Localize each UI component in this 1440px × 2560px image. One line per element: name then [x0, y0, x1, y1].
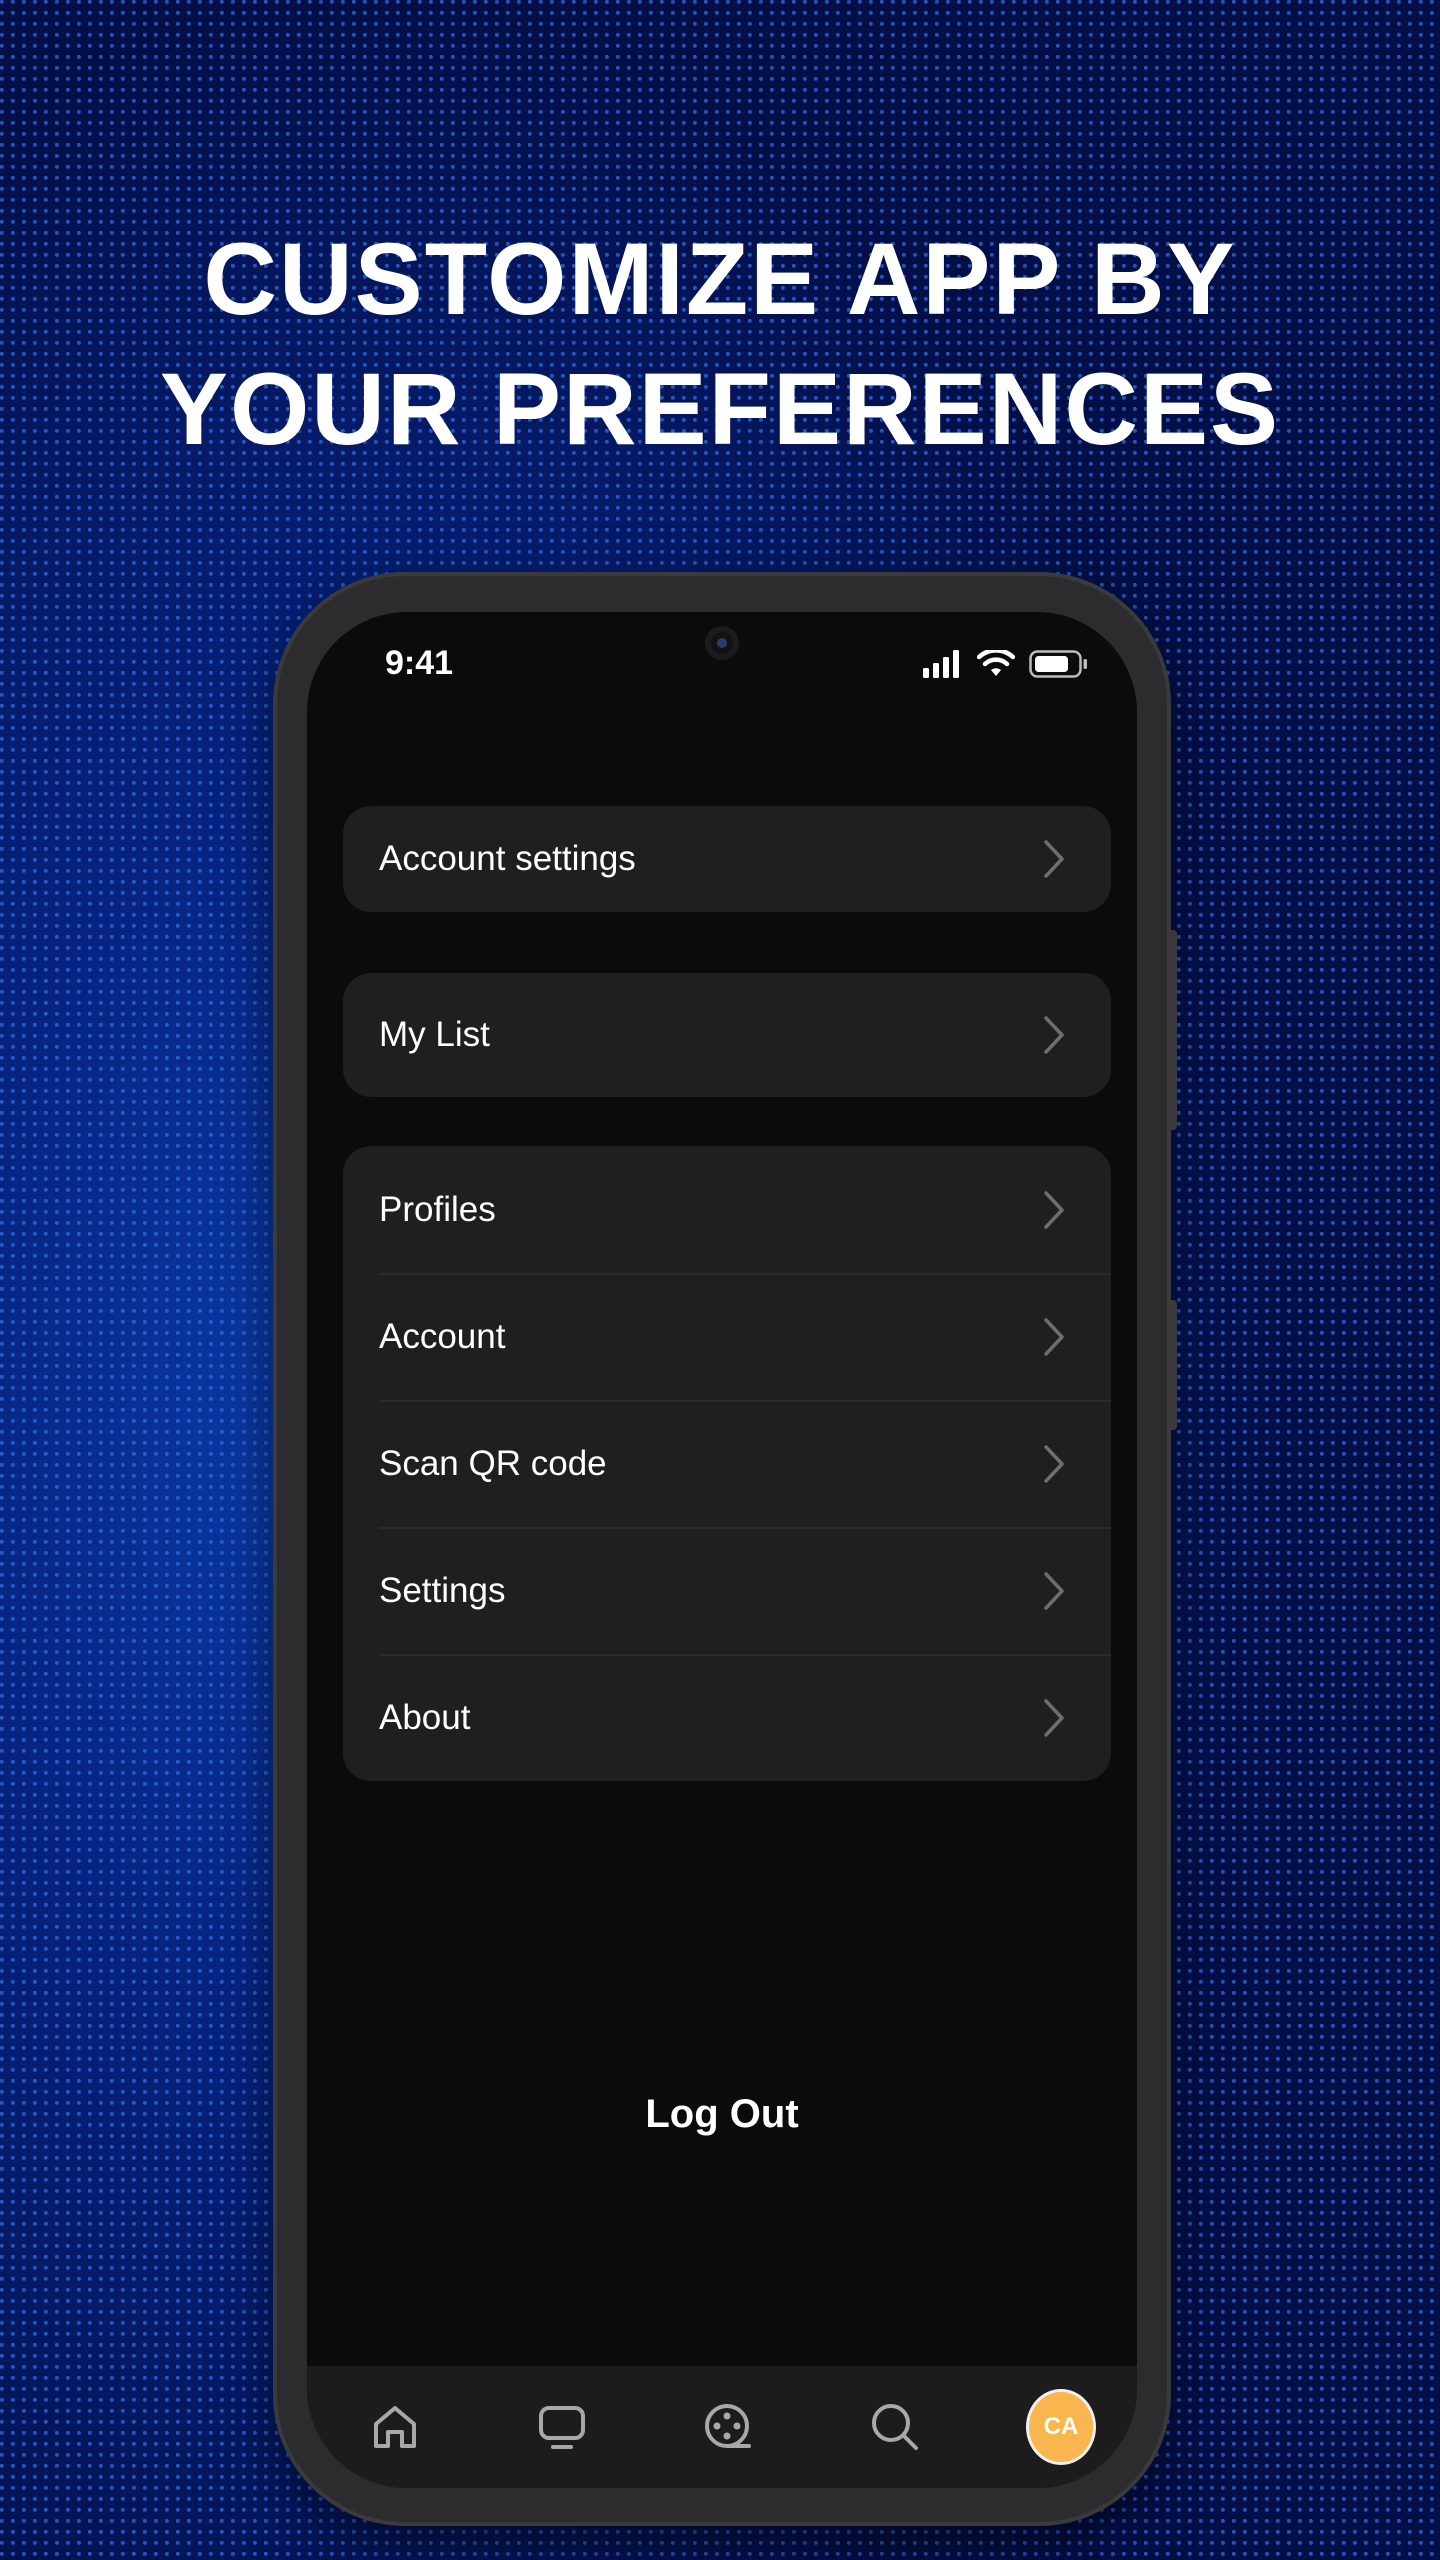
menu-item-profiles[interactable]: Profiles	[343, 1146, 1111, 1273]
menu-item-label: About	[379, 1697, 471, 1737]
logout-button[interactable]: Log Out	[307, 2092, 1137, 2137]
chevron-right-icon	[1044, 1190, 1064, 1229]
chevron-right-icon	[1044, 840, 1064, 878]
headline-line-1: CUSTOMIZE APP BY	[203, 222, 1237, 336]
tab-film[interactable]	[696, 2395, 760, 2459]
chevron-right-icon	[1044, 1016, 1064, 1054]
status-icons	[923, 650, 1089, 678]
menu-item-about[interactable]: About	[343, 1654, 1111, 1781]
tab-home[interactable]	[363, 2395, 427, 2459]
tab-search[interactable]	[863, 2395, 927, 2459]
search-icon	[871, 2404, 918, 2450]
wifi-icon	[977, 650, 1015, 676]
status-time: 9:41	[385, 644, 454, 682]
headline-line-2: YOUR PREFERENCES	[159, 352, 1281, 466]
menu-item-account-settings[interactable]: Account settings	[343, 806, 1111, 912]
menu-item-label: Account settings	[379, 839, 636, 878]
film-reel-icon	[705, 2404, 751, 2448]
menu-item-settings[interactable]: Settings	[343, 1527, 1111, 1654]
tv-icon	[538, 2406, 585, 2449]
power-button	[1169, 1300, 1177, 1430]
phone-screen: 9:41 Account settings My List Profiles A…	[307, 612, 1137, 2488]
menu-item-my-list[interactable]: My List	[343, 973, 1111, 1097]
signal-icon	[923, 650, 959, 678]
avatar: CA	[1029, 2392, 1093, 2462]
menu-item-label: My List	[379, 1015, 490, 1054]
menu-item-label: Settings	[379, 1570, 506, 1610]
promo-headline: CUSTOMIZE APP BY YOUR PREFERENCES	[0, 214, 1440, 474]
chevron-right-icon	[1044, 1444, 1064, 1483]
chevron-right-icon	[1044, 1698, 1064, 1737]
chevron-right-icon	[1044, 1317, 1064, 1356]
front-camera	[705, 626, 739, 660]
menu-item-scan-qr-code[interactable]: Scan QR code	[343, 1400, 1111, 1527]
menu-item-label: Profiles	[379, 1189, 496, 1229]
tab-profile[interactable]: CA	[1029, 2392, 1093, 2462]
volume-button	[1169, 930, 1177, 1130]
menu-item-account[interactable]: Account	[343, 1273, 1111, 1400]
menu-item-label: Scan QR code	[379, 1443, 607, 1483]
menu-group-account-settings: Account settings	[343, 806, 1111, 912]
home-icon	[374, 2406, 416, 2448]
menu-group-main: Profiles Account Scan QR code Settings A…	[343, 1146, 1111, 1781]
bottom-tab-bar: CA	[307, 2366, 1137, 2488]
menu-group-my-list: My List	[343, 973, 1111, 1097]
tab-tv[interactable]	[530, 2395, 594, 2459]
battery-icon	[1029, 650, 1087, 678]
phone-frame: 9:41 Account settings My List Profiles A…	[277, 576, 1177, 2522]
menu-item-label: Account	[379, 1316, 506, 1356]
chevron-right-icon	[1044, 1571, 1064, 1610]
